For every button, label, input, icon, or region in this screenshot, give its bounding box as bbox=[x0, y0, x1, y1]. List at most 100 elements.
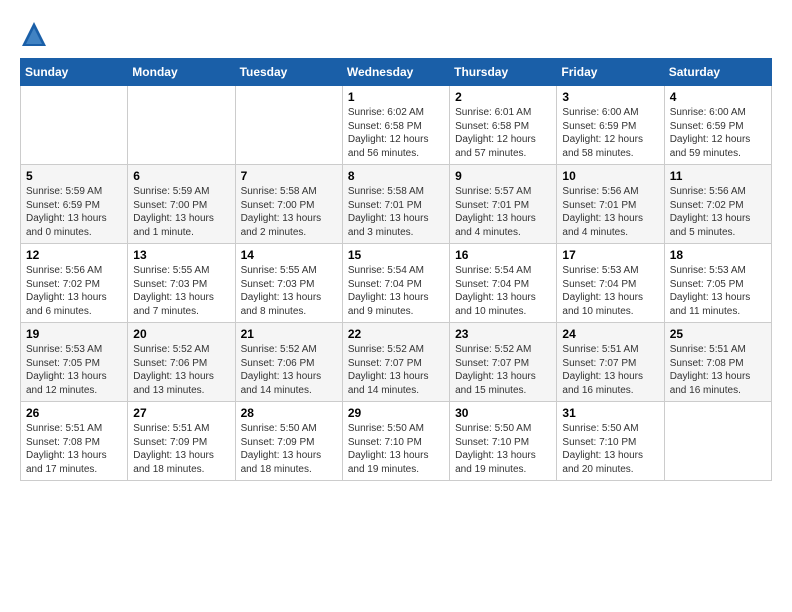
cell-content: Sunrise: 5:59 AMSunset: 7:00 PMDaylight:… bbox=[133, 185, 229, 239]
cell-content: Sunrise: 5:55 AMSunset: 7:03 PMDaylight:… bbox=[133, 264, 229, 318]
cell-content: Sunrise: 5:53 AMSunset: 7:04 PMDaylight:… bbox=[562, 264, 658, 318]
calendar-cell: 16 Sunrise: 5:54 AMSunset: 7:04 PMDayligh… bbox=[450, 244, 557, 323]
calendar-cell: 5 Sunrise: 5:59 AMSunset: 6:59 PMDaylight… bbox=[21, 165, 128, 244]
calendar-cell: 21 Sunrise: 5:52 AMSunset: 7:06 PMDayligh… bbox=[235, 323, 342, 402]
calendar-cell: 14Sunrise: 5:55 AMSunset: 7:03 PMDayligh… bbox=[235, 244, 342, 323]
day-number: 20 bbox=[133, 327, 229, 341]
cell-content: Sunrise: 5:56 AMSunset: 7:02 PMDaylight:… bbox=[670, 185, 766, 239]
calendar-cell: 4 Sunrise: 6:00 AMSunset: 6:59 PMDaylight… bbox=[664, 86, 771, 165]
day-number: 26 bbox=[26, 406, 122, 420]
logo-icon bbox=[20, 20, 48, 48]
day-number: 12 bbox=[26, 248, 122, 262]
cell-content: Sunrise: 5:52 AMSunset: 7:07 PMDaylight:… bbox=[348, 343, 444, 397]
calendar-cell: 28Sunrise: 5:50 AMSunset: 7:09 PMDayligh… bbox=[235, 402, 342, 481]
cell-content: Sunrise: 6:00 AMSunset: 6:59 PMDaylight:… bbox=[670, 106, 766, 160]
cell-content: Sunrise: 5:51 AMSunset: 7:09 PMDaylight:… bbox=[133, 422, 229, 476]
calendar-cell: 9 Sunrise: 5:57 AMSunset: 7:01 PMDaylight… bbox=[450, 165, 557, 244]
calendar-header-row: SundayMondayTuesdayWednesdayThursdayFrid… bbox=[21, 59, 772, 86]
calendar-cell: 19 Sunrise: 5:53 AMSunset: 7:05 PMDayligh… bbox=[21, 323, 128, 402]
cell-content: Sunrise: 5:56 AMSunset: 7:02 PMDaylight:… bbox=[26, 264, 122, 318]
calendar-cell: 22 Sunrise: 5:52 AMSunset: 7:07 PMDayligh… bbox=[342, 323, 449, 402]
calendar-cell: 13 Sunrise: 5:55 AMSunset: 7:03 PMDayligh… bbox=[128, 244, 235, 323]
day-number: 29 bbox=[348, 406, 444, 420]
cell-content: Sunrise: 5:54 AMSunset: 7:04 PMDaylight:… bbox=[348, 264, 444, 318]
cell-content: Sunrise: 5:54 AMSunset: 7:04 PMDaylight:… bbox=[455, 264, 551, 318]
calendar-week-4: 19 Sunrise: 5:53 AMSunset: 7:05 PMDayligh… bbox=[21, 323, 772, 402]
calendar-cell bbox=[664, 402, 771, 481]
calendar-cell: 12 Sunrise: 5:56 AMSunset: 7:02 PMDayligh… bbox=[21, 244, 128, 323]
calendar-cell: 20 Sunrise: 5:52 AMSunset: 7:06 PMDayligh… bbox=[128, 323, 235, 402]
calendar-cell: 31 Sunrise: 5:50 AMSunset: 7:10 PMDayligh… bbox=[557, 402, 664, 481]
header-wednesday: Wednesday bbox=[342, 59, 449, 86]
calendar-cell: 17Sunrise: 5:53 AMSunset: 7:04 PMDayligh… bbox=[557, 244, 664, 323]
day-number: 22 bbox=[348, 327, 444, 341]
day-number: 27 bbox=[133, 406, 229, 420]
day-number: 5 bbox=[26, 169, 122, 183]
cell-content: Sunrise: 6:01 AMSunset: 6:58 PMDaylight:… bbox=[455, 106, 551, 160]
day-number: 13 bbox=[133, 248, 229, 262]
calendar-cell: 27 Sunrise: 5:51 AMSunset: 7:09 PMDayligh… bbox=[128, 402, 235, 481]
calendar-cell bbox=[128, 86, 235, 165]
day-number: 16 bbox=[455, 248, 551, 262]
cell-content: Sunrise: 5:53 AMSunset: 7:05 PMDaylight:… bbox=[26, 343, 122, 397]
cell-content: Sunrise: 6:02 AMSunset: 6:58 PMDaylight:… bbox=[348, 106, 444, 160]
cell-content: Sunrise: 5:52 AMSunset: 7:06 PMDaylight:… bbox=[133, 343, 229, 397]
calendar-cell: 24Sunrise: 5:51 AMSunset: 7:07 PMDayligh… bbox=[557, 323, 664, 402]
header-sunday: Sunday bbox=[21, 59, 128, 86]
cell-content: Sunrise: 5:50 AMSunset: 7:10 PMDaylight:… bbox=[455, 422, 551, 476]
calendar-cell: 18 Sunrise: 5:53 AMSunset: 7:05 PMDayligh… bbox=[664, 244, 771, 323]
cell-content: Sunrise: 5:59 AMSunset: 6:59 PMDaylight:… bbox=[26, 185, 122, 239]
calendar-cell: 25Sunrise: 5:51 AMSunset: 7:08 PMDayligh… bbox=[664, 323, 771, 402]
day-number: 30 bbox=[455, 406, 551, 420]
cell-content: Sunrise: 5:50 AMSunset: 7:09 PMDaylight:… bbox=[241, 422, 337, 476]
calendar-table: SundayMondayTuesdayWednesdayThursdayFrid… bbox=[20, 58, 772, 481]
calendar-cell: 30 Sunrise: 5:50 AMSunset: 7:10 PMDayligh… bbox=[450, 402, 557, 481]
calendar-cell bbox=[21, 86, 128, 165]
day-number: 15 bbox=[348, 248, 444, 262]
calendar-week-5: 26 Sunrise: 5:51 AMSunset: 7:08 PMDayligh… bbox=[21, 402, 772, 481]
day-number: 4 bbox=[670, 90, 766, 104]
day-number: 11 bbox=[670, 169, 766, 183]
calendar-cell: 1 Sunrise: 6:02 AMSunset: 6:58 PMDaylight… bbox=[342, 86, 449, 165]
cell-content: Sunrise: 5:51 AMSunset: 7:08 PMDaylight:… bbox=[26, 422, 122, 476]
calendar-cell: 2 Sunrise: 6:01 AMSunset: 6:58 PMDaylight… bbox=[450, 86, 557, 165]
calendar-week-3: 12 Sunrise: 5:56 AMSunset: 7:02 PMDayligh… bbox=[21, 244, 772, 323]
calendar-week-1: 1 Sunrise: 6:02 AMSunset: 6:58 PMDaylight… bbox=[21, 86, 772, 165]
header-thursday: Thursday bbox=[450, 59, 557, 86]
calendar-cell bbox=[235, 86, 342, 165]
day-number: 31 bbox=[562, 406, 658, 420]
day-number: 23 bbox=[455, 327, 551, 341]
cell-content: Sunrise: 6:00 AMSunset: 6:59 PMDaylight:… bbox=[562, 106, 658, 160]
cell-content: Sunrise: 5:58 AMSunset: 7:00 PMDaylight:… bbox=[241, 185, 337, 239]
cell-content: Sunrise: 5:50 AMSunset: 7:10 PMDaylight:… bbox=[562, 422, 658, 476]
day-number: 7 bbox=[241, 169, 337, 183]
header-saturday: Saturday bbox=[664, 59, 771, 86]
cell-content: Sunrise: 5:58 AMSunset: 7:01 PMDaylight:… bbox=[348, 185, 444, 239]
day-number: 21 bbox=[241, 327, 337, 341]
header-tuesday: Tuesday bbox=[235, 59, 342, 86]
day-number: 2 bbox=[455, 90, 551, 104]
day-number: 24 bbox=[562, 327, 658, 341]
day-number: 1 bbox=[348, 90, 444, 104]
logo bbox=[20, 20, 52, 48]
calendar-cell: 15 Sunrise: 5:54 AMSunset: 7:04 PMDayligh… bbox=[342, 244, 449, 323]
day-number: 9 bbox=[455, 169, 551, 183]
cell-content: Sunrise: 5:57 AMSunset: 7:01 PMDaylight:… bbox=[455, 185, 551, 239]
calendar-cell: 7 Sunrise: 5:58 AMSunset: 7:00 PMDaylight… bbox=[235, 165, 342, 244]
cell-content: Sunrise: 5:56 AMSunset: 7:01 PMDaylight:… bbox=[562, 185, 658, 239]
calendar-cell: 23 Sunrise: 5:52 AMSunset: 7:07 PMDayligh… bbox=[450, 323, 557, 402]
calendar-cell: 6 Sunrise: 5:59 AMSunset: 7:00 PMDaylight… bbox=[128, 165, 235, 244]
day-number: 18 bbox=[670, 248, 766, 262]
cell-content: Sunrise: 5:53 AMSunset: 7:05 PMDaylight:… bbox=[670, 264, 766, 318]
calendar-cell: 8Sunrise: 5:58 AMSunset: 7:01 PMDaylight… bbox=[342, 165, 449, 244]
day-number: 19 bbox=[26, 327, 122, 341]
cell-content: Sunrise: 5:52 AMSunset: 7:06 PMDaylight:… bbox=[241, 343, 337, 397]
cell-content: Sunrise: 5:52 AMSunset: 7:07 PMDaylight:… bbox=[455, 343, 551, 397]
page-header bbox=[20, 20, 772, 48]
cell-content: Sunrise: 5:50 AMSunset: 7:10 PMDaylight:… bbox=[348, 422, 444, 476]
day-number: 6 bbox=[133, 169, 229, 183]
cell-content: Sunrise: 5:51 AMSunset: 7:08 PMDaylight:… bbox=[670, 343, 766, 397]
calendar-week-2: 5 Sunrise: 5:59 AMSunset: 6:59 PMDaylight… bbox=[21, 165, 772, 244]
day-number: 10 bbox=[562, 169, 658, 183]
calendar-cell: 10 Sunrise: 5:56 AMSunset: 7:01 PMDayligh… bbox=[557, 165, 664, 244]
